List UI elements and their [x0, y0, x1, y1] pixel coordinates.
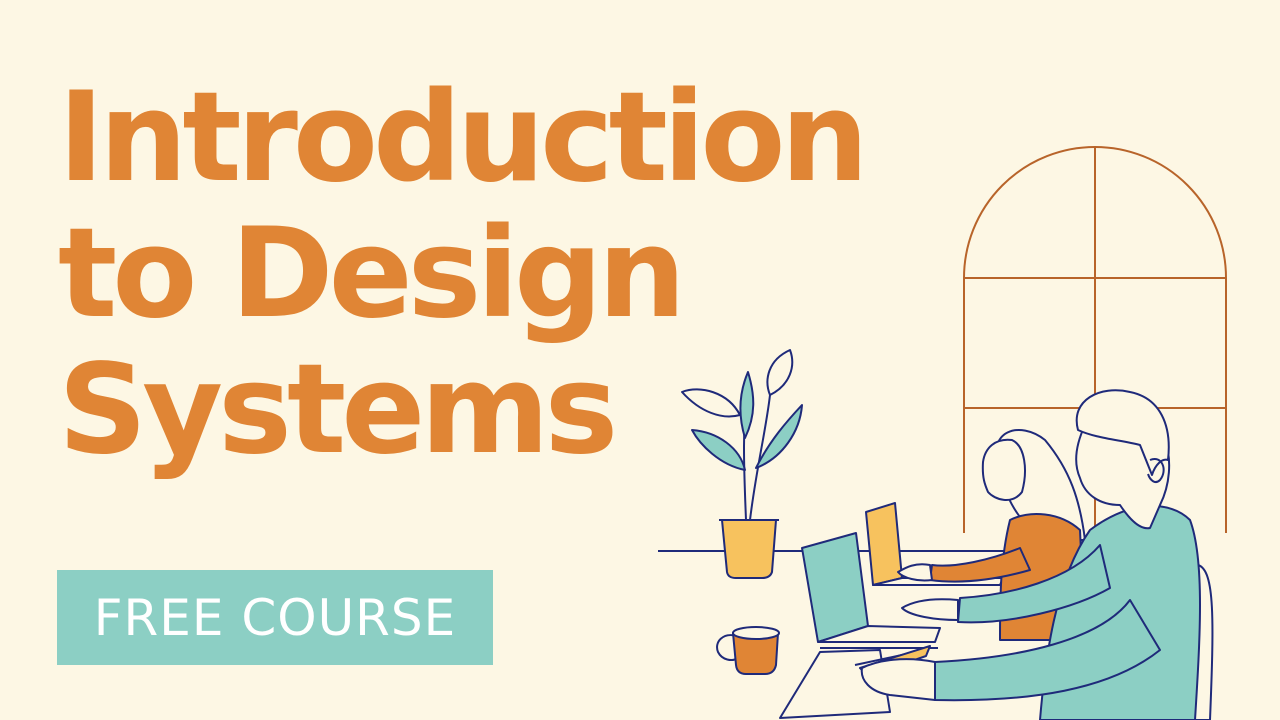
coffee-mug-icon	[716, 626, 780, 675]
potted-plant-icon	[681, 349, 803, 579]
workspace-illustration	[658, 146, 1227, 720]
